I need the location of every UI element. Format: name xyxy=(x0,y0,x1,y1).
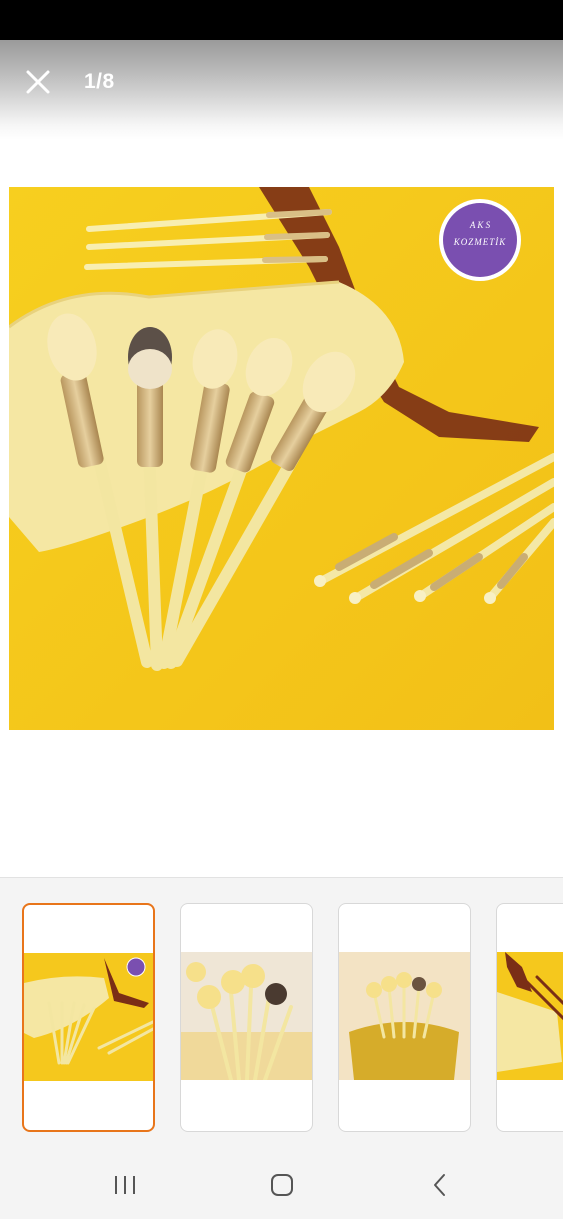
thumbnail-2-image xyxy=(181,952,312,1080)
main-product-image[interactable]: A K S KOZMETİK xyxy=(9,187,554,730)
back-icon xyxy=(434,1174,445,1196)
recents-button[interactable] xyxy=(105,1167,145,1203)
recents-icon xyxy=(115,1176,135,1194)
thumbnail-2[interactable] xyxy=(180,903,313,1132)
thumbnail-4[interactable] xyxy=(496,903,563,1132)
image-counter: 1/8 xyxy=(84,70,115,93)
brush-set-photo: A K S KOZMETİK xyxy=(9,187,554,730)
thumbnail-3-image xyxy=(339,952,470,1080)
thumbnail-3[interactable] xyxy=(338,903,471,1132)
badge-line2: KOZMETİK xyxy=(453,237,507,247)
status-bar xyxy=(0,0,563,40)
thumbnail-4-image xyxy=(497,952,563,1080)
home-icon xyxy=(271,1174,293,1196)
close-button[interactable] xyxy=(22,66,54,98)
thumbnail-strip[interactable] xyxy=(0,877,563,1147)
back-button[interactable] xyxy=(420,1167,460,1203)
system-nav-bar xyxy=(0,1147,563,1219)
close-icon xyxy=(26,70,50,94)
home-button[interactable] xyxy=(262,1167,302,1203)
thumbnail-1-image xyxy=(24,953,153,1081)
badge-line1: A K S xyxy=(469,220,491,230)
brand-badge: A K S KOZMETİK xyxy=(439,199,521,281)
thumbnail-1[interactable] xyxy=(22,903,155,1132)
